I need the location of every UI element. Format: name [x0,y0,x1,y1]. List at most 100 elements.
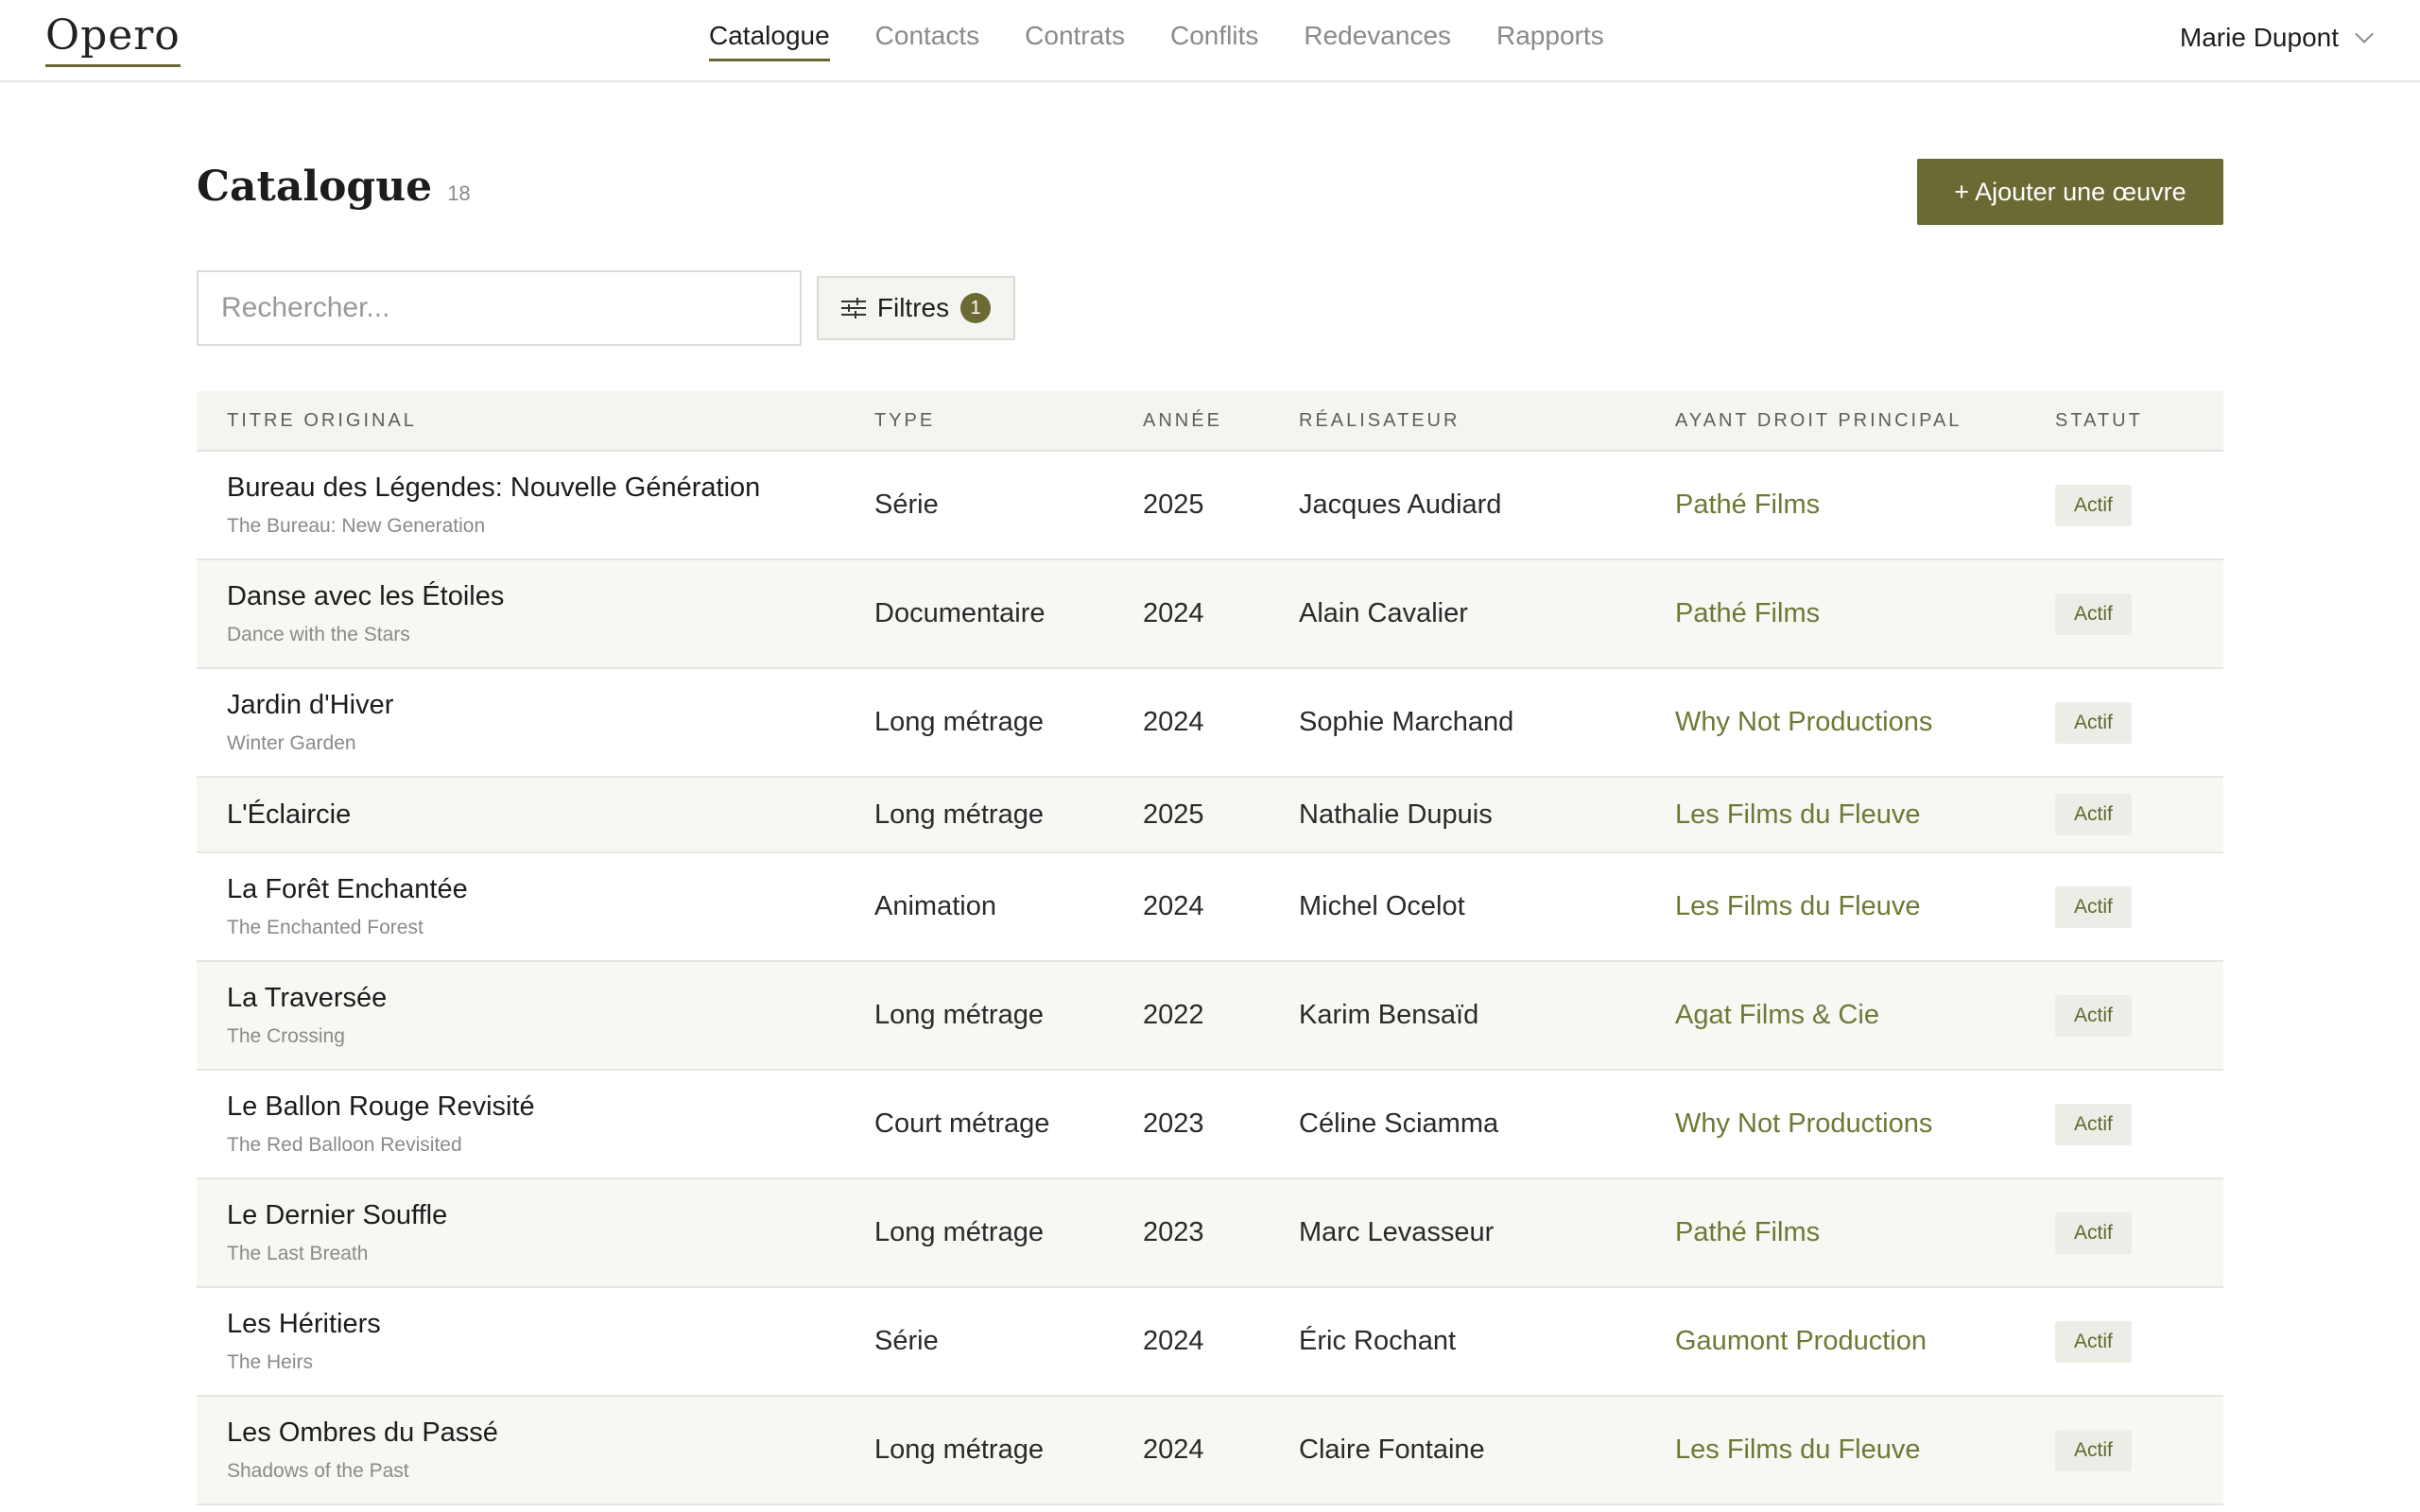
table-row[interactable]: La Forêt Enchantée The Enchanted Forest … [197,853,2223,962]
table-row[interactable]: Danse avec les Étoiles Dance with the St… [197,560,2223,669]
table-row[interactable]: Bureau des Légendes: Nouvelle Génération… [197,452,2223,560]
column-header-status[interactable]: Statut [2055,410,2223,432]
type-cell: Long métrage [874,1217,1044,1247]
director-cell: Michel Ocelot [1299,891,1465,921]
year-cell: 2023 [1143,1108,1204,1139]
rights-holder-link[interactable]: Gaumont Production [1675,1326,1927,1356]
table-row[interactable]: Jardin d'Hiver Winter Garden Long métrag… [197,669,2223,778]
director-cell: Alain Cavalier [1299,598,1468,628]
year-cell: 2022 [1143,1000,1204,1030]
rights-holder-link[interactable]: Les Films du Fleuve [1675,799,1921,830]
type-cell: Documentaire [874,598,1046,628]
filters-count-badge: 1 [960,293,992,323]
rights-holder-link[interactable]: Agat Films & Cie [1675,1000,1879,1030]
rights-holder-link[interactable]: Les Films du Fleuve [1675,891,1921,921]
user-menu[interactable]: Marie Dupont [2179,23,2374,53]
nav-item-contrats[interactable]: Contrats [1025,0,1125,59]
add-work-button[interactable]: + Ajouter une œuvre [1917,159,2223,225]
type-cell: Long métrage [874,1435,1044,1465]
title-cell: Les Ombres du Passé Shadows of the Past [197,1418,874,1483]
page-header: Catalogue 18 [197,163,471,211]
original-title: Bureau des Légendes: Nouvelle Génération [227,472,761,503]
director-cell: Éric Rochant [1299,1326,1457,1356]
type-cell: Série [874,1326,939,1356]
director-cell: Nathalie Dupuis [1299,799,1493,830]
column-header-director[interactable]: Réalisateur [1299,410,1675,432]
nav-item-conflits[interactable]: Conflits [1170,0,1258,59]
original-title: La Traversée [227,983,388,1013]
translated-title: The Bureau: New Generation [227,515,486,537]
user-name: Marie Dupont [2179,23,2339,52]
rights-holder-link[interactable]: Why Not Productions [1675,707,1932,737]
director-cell: Claire Fontaine [1299,1435,1485,1465]
translated-title: Winter Garden [227,732,356,754]
type-cell: Long métrage [874,1000,1044,1030]
nav-item-contacts[interactable]: Contacts [875,0,980,59]
table-row[interactable]: La Traversée The Crossing Long métrage 2… [197,962,2223,1071]
table-row[interactable]: L'Éclaircie Long métrage 2025 Nathalie D… [197,778,2223,853]
chevron-down-icon [2355,25,2374,43]
status-badge: Actif [2055,701,2132,744]
director-cell: Jacques Audiard [1299,490,1502,520]
rights-holder-link[interactable]: Pathé Films [1675,598,1820,628]
year-cell: 2023 [1143,1217,1204,1247]
table-row[interactable]: Les Ombres du Passé Shadows of the Past … [197,1397,2223,1505]
top-bar: Opero Catalogue Contacts Contrats Confli… [0,0,2420,82]
nav-item-rapports[interactable]: Rapports [1496,0,1604,59]
year-cell: 2025 [1143,490,1204,520]
title-cell: Bureau des Légendes: Nouvelle Génération… [197,472,874,538]
original-title: Danse avec les Étoiles [227,581,505,611]
director-cell: Sophie Marchand [1299,707,1514,737]
title-cell: Jardin d'Hiver Winter Garden [197,690,874,755]
search-input[interactable] [197,270,802,346]
year-cell: 2024 [1143,598,1204,628]
status-badge: Actif [2055,794,2132,835]
rights-holder-link[interactable]: Why Not Productions [1675,1108,1932,1139]
original-title: La Forêt Enchantée [227,874,468,904]
column-header-title[interactable]: Titre original [197,410,874,432]
main-nav: Catalogue Contacts Contrats Conflits Red… [709,0,1604,82]
column-header-rights-holder[interactable]: Ayant droit principal [1675,410,2055,432]
title-cell: La Forêt Enchantée The Enchanted Forest [197,874,874,939]
type-cell: Série [874,490,939,520]
year-cell: 2025 [1143,799,1204,830]
rights-holder-link[interactable]: Pathé Films [1675,1217,1820,1247]
nav-item-catalogue[interactable]: Catalogue [709,0,830,61]
director-cell: Céline Sciamma [1299,1108,1499,1139]
title-cell: L'Éclaircie [197,799,874,831]
filters-button[interactable]: Filtres 1 [817,276,1015,340]
translated-title: Shadows of the Past [227,1460,409,1482]
table-row[interactable]: Le Ballon Rouge Revisité The Red Balloon… [197,1071,2223,1179]
status-badge: Actif [2055,484,2132,526]
year-cell: 2024 [1143,891,1204,921]
title-cell: Danse avec les Étoiles Dance with the St… [197,581,874,646]
app-logo[interactable]: Opero [45,12,181,68]
page-title: Catalogue [197,163,433,211]
director-cell: Marc Levasseur [1299,1217,1495,1247]
column-header-year[interactable]: Année [1143,410,1299,432]
table-row[interactable]: Les Héritiers The Heirs Série 2024 Éric … [197,1288,2223,1397]
status-badge: Actif [2055,994,2132,1037]
title-cell: Les Héritiers The Heirs [197,1309,874,1374]
original-title: Les Héritiers [227,1309,381,1339]
original-title: L'Éclaircie [227,799,352,830]
item-count: 18 [447,181,471,205]
original-title: Les Ombres du Passé [227,1418,498,1448]
type-cell: Court métrage [874,1108,1050,1139]
filters-label: Filtres [876,293,950,322]
type-cell: Animation [874,891,996,921]
title-cell: Le Ballon Rouge Revisité The Red Balloon… [197,1091,874,1157]
title-cell: Le Dernier Souffle The Last Breath [197,1200,874,1265]
status-badge: Actif [2055,885,2132,928]
column-header-type[interactable]: Type [874,410,1143,432]
table-row[interactable]: Le Dernier Souffle The Last Breath Long … [197,1179,2223,1288]
rights-holder-link[interactable]: Pathé Films [1675,490,1820,520]
nav-item-redevances[interactable]: Redevances [1304,0,1451,59]
translated-title: The Red Balloon Revisited [227,1134,462,1156]
original-title: Jardin d'Hiver [227,690,394,720]
sliders-icon [840,298,866,318]
rights-holder-link[interactable]: Les Films du Fleuve [1675,1435,1921,1465]
year-cell: 2024 [1143,1326,1204,1356]
table-header: Titre original Type Année Réalisateur Ay… [197,391,2223,452]
director-cell: Karim Bensaïd [1299,1000,1479,1030]
